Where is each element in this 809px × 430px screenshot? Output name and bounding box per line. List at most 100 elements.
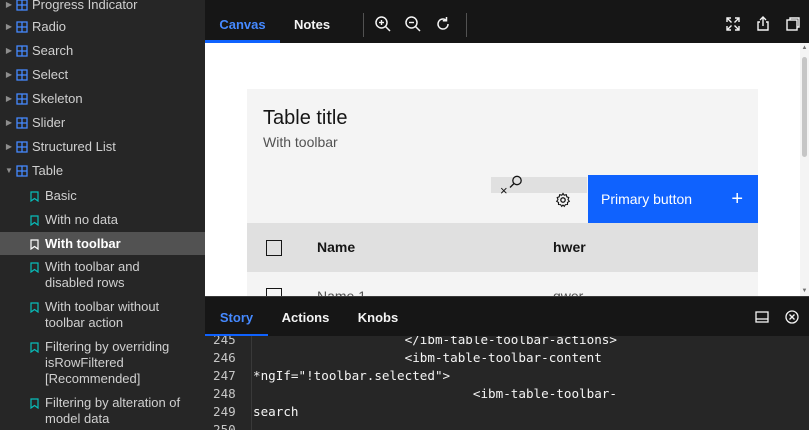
story-item-basic[interactable]: Basic	[0, 187, 205, 211]
bookmark-icon	[30, 261, 40, 277]
fullscreen-icon[interactable]	[723, 14, 743, 34]
line-number: 246	[213, 350, 236, 365]
story-item-label: Basic	[45, 188, 77, 203]
story-item-label: With no data	[45, 212, 118, 227]
story-item-filtering-by-overriding[interactable]: Filtering by overriding isRowFiltered [Rec…	[0, 339, 205, 395]
sidebar-item-label: Skeleton	[32, 91, 83, 106]
tab-actions[interactable]: Actions	[268, 297, 343, 337]
data-table-container: Table title With toolbar × Primary butto…	[247, 89, 758, 296]
share-icon[interactable]	[753, 14, 773, 34]
sidebar-item-search[interactable]: ▶ Search	[0, 43, 205, 59]
panel-layout-icon[interactable]	[754, 309, 770, 325]
sidebar-item-radio[interactable]: ▶ Radio	[0, 19, 205, 35]
sidebar-item-skeleton[interactable]: ▶ Skeleton	[0, 91, 205, 107]
zoom-in-icon[interactable]	[373, 14, 393, 34]
line-number: 249	[213, 404, 236, 419]
sidebar-item-label: Select	[32, 67, 69, 82]
story-label-line: Filtering by alteration of	[45, 395, 181, 410]
story-item-with-toolbar[interactable]: With toolbar	[0, 232, 205, 255]
caret-down-icon: ▼	[5, 166, 13, 175]
add-icon: +	[731, 188, 743, 210]
addons-panel-tabs: Story Actions Knobs	[205, 296, 809, 337]
caret-right-icon: ▶	[5, 70, 13, 79]
sidebar-item-label: Slider	[32, 115, 66, 130]
scroll-up-icon[interactable]: ▲	[801, 44, 808, 52]
table-header-row: Name hwer	[247, 223, 758, 271]
story-item-with-toolbar-and-disabled-rows[interactable]: With toolbar and disabled rows	[0, 259, 205, 299]
caret-right-icon: ▶	[5, 118, 13, 127]
sidebar-item-select[interactable]: ▶ Select	[0, 67, 205, 83]
story-label-line: [Recommended]	[45, 371, 141, 386]
bookmark-icon	[30, 301, 40, 317]
component-icon	[16, 0, 28, 11]
bookmark-icon	[30, 214, 40, 230]
close-icon[interactable]	[784, 309, 800, 325]
reset-zoom-icon[interactable]	[433, 14, 453, 34]
component-icon	[16, 21, 28, 33]
component-icon	[16, 141, 28, 153]
code-line: </ibm-table-toolbar-actions>	[253, 336, 617, 347]
toolbar-divider	[363, 13, 364, 37]
story-label-line: isRowFiltered	[45, 355, 124, 370]
story-label-line: With toolbar without	[45, 299, 160, 314]
bookmark-icon	[30, 341, 40, 357]
story-item-label: With toolbar and disabled rows	[45, 259, 140, 291]
zoom-out-icon[interactable]	[403, 14, 423, 34]
preview-canvas: Table title With toolbar × Primary butto…	[205, 43, 809, 296]
story-source-code: 245 </ibm-table-toolbar-actions> 246 <ib…	[205, 336, 809, 430]
preview-scrollbar[interactable]: ▲ ▼	[800, 43, 809, 296]
row-checkbox[interactable]	[266, 288, 282, 296]
component-icon	[16, 165, 28, 177]
sidebar-item-slider[interactable]: ▶ Slider	[0, 115, 205, 131]
tab-knobs[interactable]: Knobs	[343, 297, 413, 337]
table-cell: qwer	[553, 288, 584, 296]
story-item-filtering-by-alteration[interactable]: Filtering by alteration of model data	[0, 395, 205, 430]
table-title: Table title	[263, 107, 348, 129]
table-description: With toolbar	[263, 134, 338, 150]
story-item-label: Filtering by alteration of model data	[45, 395, 180, 427]
bookmark-icon	[30, 397, 40, 413]
preview-toolbar: Canvas Notes	[205, 6, 809, 43]
scroll-down-icon[interactable]: ▼	[801, 287, 808, 295]
settings-icon[interactable]	[555, 192, 571, 208]
line-number: 250	[213, 422, 236, 430]
tab-canvas[interactable]: Canvas	[205, 6, 280, 43]
code-line: <ibm-table-toolbar-	[253, 386, 617, 401]
component-icon	[16, 45, 28, 57]
tab-notes[interactable]: Notes	[280, 6, 344, 43]
sidebar-item-label: Progress Indicator	[32, 0, 138, 12]
sidebar-item-progress-indicator[interactable]: ▶ Progress Indicator	[0, 0, 205, 13]
sidebar-item-structured-list[interactable]: ▶ Structured List	[0, 139, 205, 155]
story-item-with-toolbar-without-toolbar-action[interactable]: With toolbar without toolbar action	[0, 299, 205, 339]
column-header-name[interactable]: Name	[317, 239, 355, 255]
sidebar-item-label: Radio	[32, 19, 66, 34]
column-header-hwer[interactable]: hwer	[553, 239, 586, 255]
story-label-line: Filtering by overriding	[45, 339, 170, 354]
caret-right-icon: ▶	[5, 94, 13, 103]
sidebar-item-label: Table	[32, 163, 64, 178]
search-icon[interactable]	[509, 175, 523, 189]
open-new-tab-icon[interactable]	[783, 14, 803, 34]
sidebar-item-table[interactable]: ▼ Table	[0, 163, 205, 179]
bookmark-icon	[30, 190, 40, 206]
table-row: Name 1 qwer	[247, 271, 758, 296]
line-number: 245	[213, 336, 236, 347]
story-item-label: Filtering by overriding isRowFiltered [Rec…	[45, 339, 169, 387]
code-line: search	[253, 404, 299, 419]
component-icon	[16, 93, 28, 105]
close-icon[interactable]: ×	[500, 184, 508, 197]
caret-right-icon: ▶	[5, 0, 13, 9]
primary-button-label: Primary button	[601, 191, 693, 207]
primary-button[interactable]: Primary button +	[588, 175, 758, 223]
component-icon	[16, 69, 28, 81]
caret-right-icon: ▶	[5, 142, 13, 151]
caret-right-icon: ▶	[5, 22, 13, 31]
tab-story[interactable]: Story	[205, 297, 268, 337]
scrollbar-thumb[interactable]	[802, 57, 807, 157]
story-item-label: With toolbar without toolbar action	[45, 299, 159, 331]
table-cell: Name 1	[317, 288, 367, 296]
sidebar-item-label: Structured List	[32, 139, 116, 154]
sidebar: ▶ Progress Indicator ▶ Radio ▶ Search ▶ …	[0, 0, 205, 430]
select-all-checkbox[interactable]	[266, 240, 282, 256]
component-icon	[16, 117, 28, 129]
